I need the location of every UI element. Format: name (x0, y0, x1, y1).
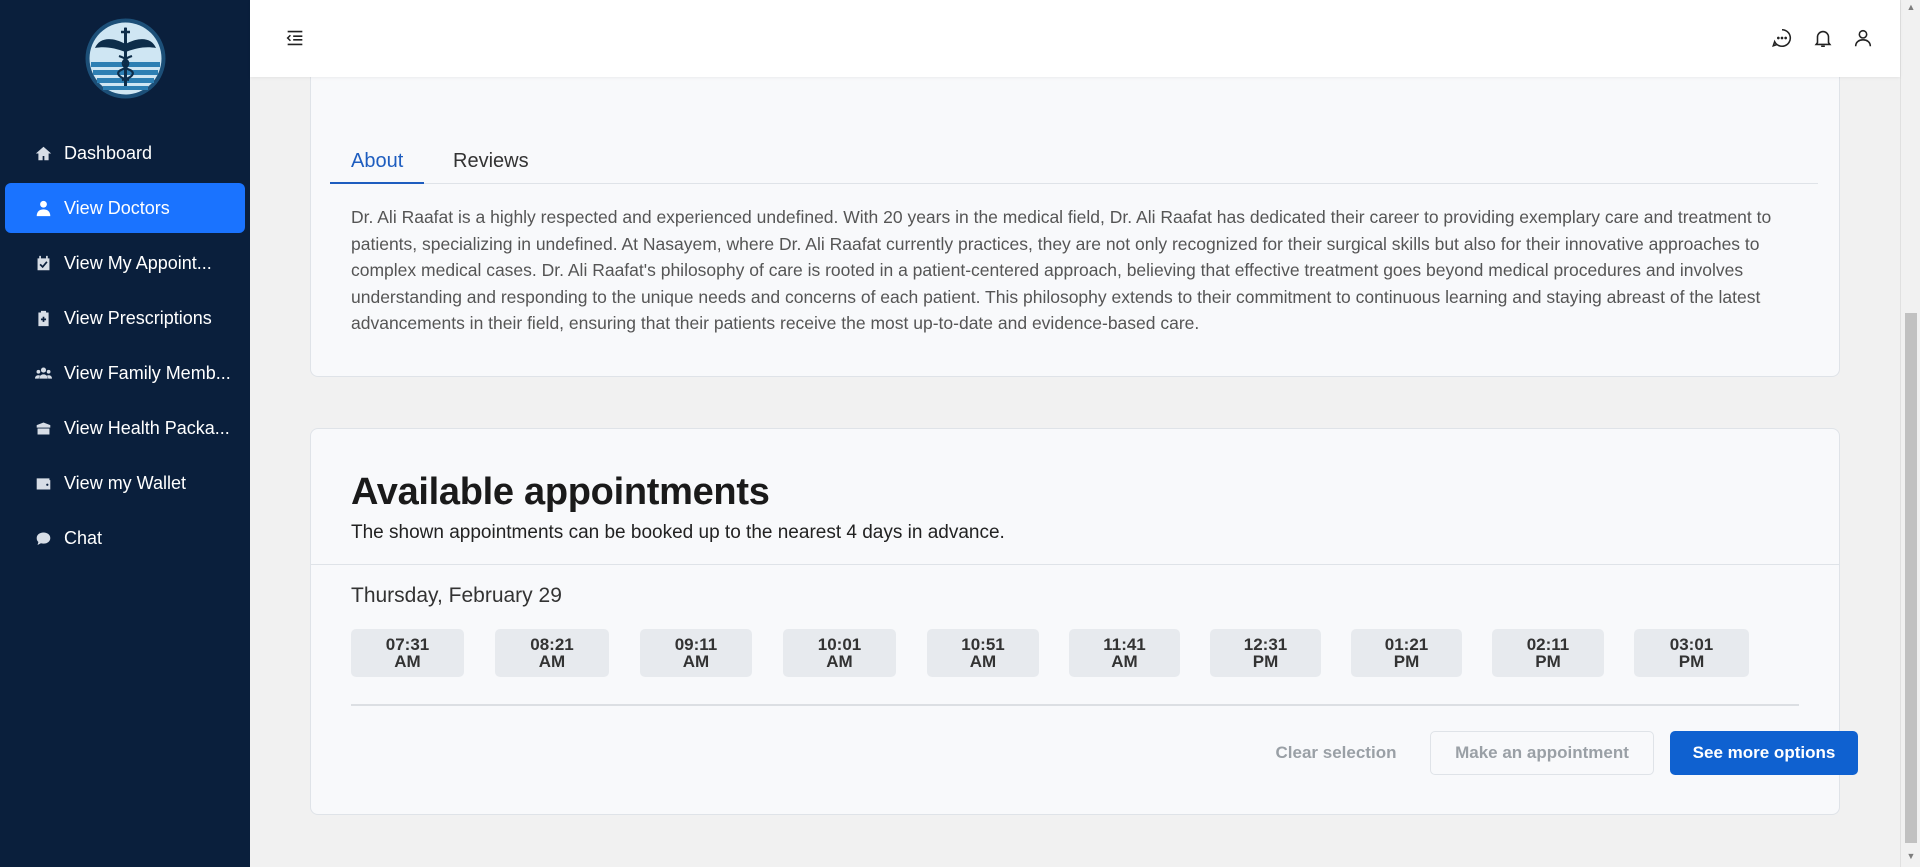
box-icon (34, 419, 52, 437)
slot-period: PM (1535, 652, 1561, 671)
users-icon (34, 364, 52, 382)
scroll-up-arrow[interactable]: ▲ (1906, 2, 1916, 12)
appointments-subtitle: The shown appointments can be booked up … (351, 522, 1005, 543)
time-slot[interactable]: 10:51 AM (927, 629, 1039, 677)
sidebar-item-prescriptions[interactable]: View Prescriptions (5, 293, 245, 343)
time-slot[interactable]: 09:11 AM (640, 629, 752, 677)
tab-reviews[interactable]: Reviews (432, 144, 550, 184)
time-slot[interactable]: 11:41 AM (1069, 629, 1180, 677)
scroll-thumb[interactable] (1905, 313, 1917, 843)
doctor-icon (34, 199, 52, 217)
sidebar-item-label: View Prescriptions (64, 307, 212, 328)
sidebar-item-view-doctors[interactable]: View Doctors (5, 183, 245, 233)
slot-time: 01:21 (1384, 635, 1429, 654)
doctor-about-text: Dr. Ali Raafat is a highly respected and… (351, 207, 1772, 333)
time-slot[interactable]: 10:01 AM (783, 629, 896, 677)
sidebar-item-health-packages[interactable]: View Health Packa... (5, 403, 245, 453)
slot-time: 10:51 (961, 635, 1005, 654)
sidebar-item-label: View Family Memb... (64, 362, 231, 383)
slot-time: 09:11 (674, 635, 718, 654)
slot-time: 07:31 (385, 635, 430, 654)
slot-period: AM (969, 652, 997, 671)
slot-period: AM (538, 652, 566, 671)
wallet-icon (34, 474, 52, 492)
appointment-day: Thursday, February 29 (351, 584, 562, 607)
time-slot[interactable]: 03:01 PM (1634, 629, 1749, 677)
slot-period: AM (682, 652, 710, 671)
chat-icon (34, 529, 52, 547)
slot-period: AM (826, 652, 853, 671)
sidebar-item-label: View my Wallet (64, 472, 187, 493)
sidebar-item-label: View Health Packa... (64, 417, 230, 438)
slot-time: 12:31 (1243, 635, 1288, 654)
home-icon (34, 144, 52, 162)
slot-period: PM (1393, 652, 1420, 671)
main-content: About Reviews Dr. Ali Raafat is a highly… (250, 0, 1900, 867)
sidebar-item-chat[interactable]: Chat (5, 513, 245, 563)
sidebar-item-label: View My Appoint... (64, 252, 212, 273)
slot-time: 02:11 (1526, 635, 1570, 654)
divider (351, 704, 1799, 706)
sidebar-item-label: Dashboard (64, 142, 153, 163)
slot-time: 03:01 (1669, 635, 1714, 654)
sidebar-item-label: View Doctors (64, 197, 170, 218)
bell-icon[interactable] (1811, 26, 1835, 50)
appointments-title: Available appointments (351, 471, 770, 513)
top-header (250, 0, 1900, 77)
caduceus-logo[interactable] (85, 18, 166, 99)
chat-bubble-icon[interactable] (1770, 26, 1794, 50)
sidebar-item-label: Chat (64, 527, 103, 548)
make-appointment-button[interactable]: Make an appointment (1430, 731, 1654, 775)
scroll-down-arrow[interactable]: ▼ (1906, 851, 1916, 861)
see-more-options-button[interactable]: See more options (1670, 731, 1858, 775)
sidebar-item-wallet[interactable]: View my Wallet (5, 458, 245, 508)
tab-about[interactable]: About (330, 144, 425, 184)
time-slot[interactable]: 08:21 AM (495, 629, 609, 677)
sidebar-item-family-members[interactable]: View Family Memb... (5, 348, 245, 398)
profile-tabs: About Reviews (330, 144, 1818, 184)
calendar-check-icon (34, 254, 52, 272)
slot-time: 11:41 (1103, 635, 1146, 654)
slot-period: AM (394, 652, 421, 671)
slot-period: PM (1252, 652, 1279, 671)
clear-selection-button[interactable]: Clear selection (1261, 731, 1411, 775)
user-icon[interactable] (1851, 26, 1875, 50)
time-slot[interactable]: 07:31 AM (351, 629, 464, 677)
prescription-icon (34, 309, 52, 327)
vertical-scrollbar[interactable]: ▲ ▼ (1900, 0, 1920, 867)
menu-collapse-icon[interactable] (283, 26, 307, 50)
time-slot[interactable]: 12:31 PM (1210, 629, 1321, 677)
appointments-card: Available appointments The shown appoint… (310, 428, 1858, 815)
time-slot[interactable]: 01:21 PM (1351, 629, 1462, 677)
divider (311, 564, 1839, 565)
slot-period: AM (1111, 652, 1138, 671)
slot-period: PM (1678, 652, 1705, 671)
slot-time: 10:01 (817, 635, 862, 654)
slot-time: 08:21 (530, 635, 574, 654)
sidebar: Dashboard View Doctors View My Appoint..… (0, 0, 250, 867)
sidebar-item-dashboard[interactable]: Dashboard (5, 128, 245, 178)
sidebar-item-my-appointments[interactable]: View My Appoint... (5, 238, 245, 288)
time-slot[interactable]: 02:11 PM (1492, 629, 1604, 677)
